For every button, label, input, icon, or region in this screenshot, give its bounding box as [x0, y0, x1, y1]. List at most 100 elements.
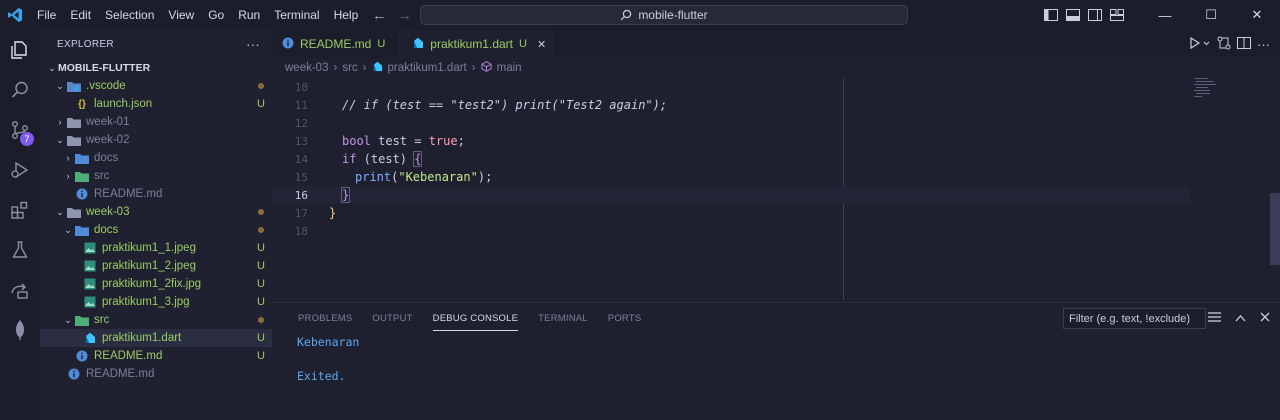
tab-praktikum1-dart[interactable]: praktikum1.dart U ✕	[396, 30, 558, 58]
code-line: 13 bool test = true;	[272, 132, 1280, 150]
tree-item-week-03[interactable]: ⌄ week-03	[40, 203, 272, 221]
tree-item-label: praktikum1_3.jpg	[102, 296, 190, 308]
tree-item-week-02[interactable]: ⌄ week-02	[40, 131, 272, 149]
image-file-icon	[82, 241, 98, 255]
tab-terminal[interactable]: TERMINAL	[528, 303, 598, 333]
menu-edit[interactable]: Edit	[63, 0, 98, 30]
tree-item-image[interactable]: praktikum1_3.jpg U	[40, 293, 272, 311]
tab-label: README.md	[300, 37, 372, 51]
toggle-primary-sidebar-icon[interactable]	[1040, 0, 1062, 30]
code-editor[interactable]: 10 11 // if (test == "test2") print("Tes…	[272, 78, 1280, 300]
toggle-panel-icon[interactable]	[1062, 0, 1084, 30]
maximize-panel-icon[interactable]	[1235, 311, 1246, 325]
split-editor-icon[interactable]	[1237, 36, 1251, 53]
tab-close-icon[interactable]: ✕	[537, 38, 546, 51]
breadcrumb-symbol[interactable]: main	[497, 62, 522, 74]
code-text: if (test) {	[342, 151, 423, 167]
menu-go[interactable]: Go	[201, 0, 231, 30]
tree-item-label: src	[94, 170, 110, 182]
debug-console-filter-input[interactable]: Filter (e.g. text, !exclude)	[1063, 308, 1206, 329]
tree-item-week-02-docs[interactable]: › docs	[40, 149, 272, 167]
tree-item-image[interactable]: praktikum1_1.jpeg U	[40, 239, 272, 257]
close-panel-icon[interactable]	[1260, 311, 1270, 325]
info-file-icon	[66, 367, 82, 381]
tree-item-week-03-readme[interactable]: README.md U	[40, 347, 272, 365]
tree-item-week-03-src[interactable]: ⌄ src	[40, 311, 272, 329]
line-number: 17	[294, 206, 308, 220]
title-bar-actions: — ☐ ✕	[1040, 0, 1280, 30]
tab-problems[interactable]: PROBLEMS	[288, 303, 362, 333]
clear-console-icon[interactable]	[1208, 311, 1221, 326]
close-window-button[interactable]: ✕	[1234, 0, 1280, 30]
code-line: 14 if (test) {	[272, 150, 1280, 168]
git-status-untracked: U	[257, 278, 265, 290]
tree-item-week-03-docs[interactable]: ⌄ docs	[40, 221, 272, 239]
menu-run[interactable]: Run	[231, 0, 267, 30]
chevron-down-icon: ⌄	[64, 314, 72, 325]
breadcrumb-folder[interactable]: src	[342, 62, 357, 74]
line-number: 14	[294, 152, 308, 166]
tree-item-label: docs	[94, 224, 119, 236]
breadcrumb-file[interactable]: praktikum1.dart	[388, 62, 467, 74]
forward-arrow-icon[interactable]: →	[397, 7, 412, 24]
remote-explorer-icon[interactable]	[0, 270, 40, 310]
code-brace: {	[413, 151, 423, 167]
search-icon[interactable]	[0, 70, 40, 110]
code-line-current: 16 }	[272, 186, 1190, 204]
tree-item-week-02-readme[interactable]: README.md	[40, 185, 272, 203]
tree-item-launch-json[interactable]: {} launch.json U	[40, 95, 272, 113]
tab-debug-console[interactable]: DEBUG CONSOLE	[423, 303, 528, 333]
back-arrow-icon[interactable]: ←	[372, 7, 387, 24]
menu-selection[interactable]: Selection	[98, 0, 161, 30]
tree-item-image[interactable]: praktikum1_2.jpeg U	[40, 257, 272, 275]
menu-file[interactable]: File	[30, 0, 63, 30]
testing-flask-icon[interactable]	[0, 230, 40, 270]
explorer-more-button[interactable]: ···	[246, 37, 260, 52]
explorer-icon[interactable]	[0, 30, 40, 70]
source-control-icon[interactable]: 7	[0, 110, 40, 150]
tree-item-root-readme[interactable]: README.md	[40, 365, 272, 383]
code-identifier: test =	[370, 134, 429, 148]
code-brace: }	[340, 187, 351, 203]
tab-readme[interactable]: README.md U	[272, 30, 397, 58]
tree-item-week-02-src[interactable]: › src	[40, 167, 272, 185]
extensions-icon[interactable]	[0, 190, 40, 230]
customize-layout-icon[interactable]	[1106, 0, 1128, 30]
maximize-button[interactable]: ☐	[1188, 0, 1234, 30]
tab-output[interactable]: OUTPUT	[362, 303, 422, 333]
code-literal: true	[428, 134, 458, 148]
tab-label: praktikum1.dart	[430, 37, 513, 51]
tree-item-label: praktikum1_1.jpeg	[102, 242, 196, 254]
run-debug-icon[interactable]	[0, 150, 40, 190]
docs-folder-icon	[74, 151, 90, 165]
menu-terminal[interactable]: Terminal	[267, 0, 326, 30]
chevron-right-icon: ›	[58, 117, 62, 127]
breadcrumb: week-03 › src › praktikum1.dart › main	[272, 58, 1280, 78]
workspace-root[interactable]: ⌄ MOBILE-FLUTTER	[40, 59, 272, 77]
run-debug-dropdown-icon[interactable]	[1189, 36, 1211, 53]
open-changes-icon[interactable]	[1217, 36, 1231, 53]
src-folder-icon	[74, 169, 90, 183]
tree-item-vscode[interactable]: ⌄ .vscode	[40, 77, 272, 95]
tree-item-week-01[interactable]: › week-01	[40, 113, 272, 131]
tree-item-label: praktikum1_2.jpeg	[102, 260, 196, 272]
minimize-button[interactable]: —	[1142, 0, 1188, 30]
breadcrumb-folder[interactable]: week-03	[285, 62, 328, 74]
editor-tabs: README.md U praktikum1.dart U ✕ ···	[272, 30, 1280, 58]
code-line: 15 print("Kebenaran");	[272, 168, 1280, 186]
toggle-secondary-sidebar-icon[interactable]	[1084, 0, 1106, 30]
vscode-logo-icon	[0, 0, 30, 30]
explorer-header: EXPLORER ···	[40, 30, 272, 58]
git-status-untracked: U	[257, 350, 265, 362]
menu-view[interactable]: View	[161, 0, 201, 30]
more-actions-icon[interactable]: ···	[1257, 37, 1270, 52]
code-text: bool test = true;	[342, 134, 465, 148]
navigation-arrows: ← →	[372, 0, 412, 30]
tree-item-image[interactable]: praktikum1_2fix.jpg U	[40, 275, 272, 293]
menu-help[interactable]: Help	[327, 0, 366, 30]
mongodb-leaf-icon[interactable]	[0, 310, 40, 350]
command-center[interactable]: mobile-flutter	[420, 5, 908, 25]
line-number: 13	[294, 134, 308, 148]
tab-ports[interactable]: PORTS	[598, 303, 652, 333]
tree-item-praktikum1-dart[interactable]: praktikum1.dart U	[40, 329, 272, 347]
